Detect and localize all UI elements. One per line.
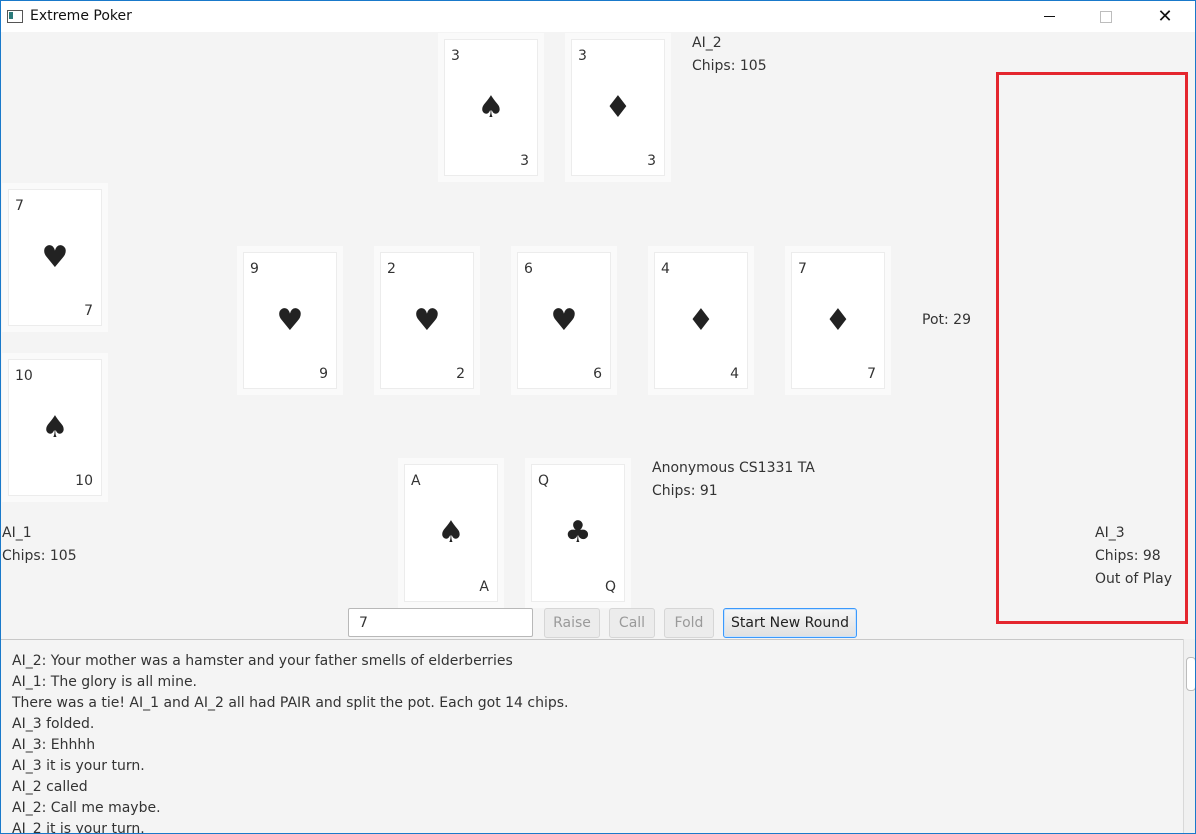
minimize-icon [1043,16,1055,17]
call-button[interactable]: Call [609,608,655,638]
raise-button[interactable]: Raise [544,608,600,638]
heart-icon: ♥ [413,302,441,338]
close-button[interactable]: ✕ [1142,1,1188,32]
diamond-icon: ♦ [604,89,632,125]
close-icon: ✕ [1157,6,1173,27]
log-scrollbar[interactable] [1183,639,1195,833]
log-lines: AI_2: Your mother was a hamster and your… [1,640,1183,834]
spade-icon: ♠ [437,515,465,550]
player-name: Anonymous CS1331 TA [652,460,815,476]
card-rank: 3 [451,48,460,64]
card-rank: A [411,473,421,489]
ai3-card-area [996,72,1188,624]
card-rank: Q [604,579,616,595]
log-line: AI_2: Your mother was a hamster and your… [12,653,513,669]
maximize-icon [1100,10,1112,23]
card-rank: 2 [456,366,465,382]
maximize-button[interactable] [1083,1,1129,32]
player-card-1: A ♠ A [398,458,504,608]
ai3-status: Out of Play [1095,571,1172,587]
log-line: AI_3 it is your turn. [12,758,145,774]
heart-icon: ♥ [550,302,578,338]
card-rank: 7 [798,261,807,277]
log-line: AI_1: The glory is all mine. [12,674,198,690]
club-icon: ♣ [564,515,592,550]
card-rank: Q [538,473,550,489]
community-card-1: 9 ♥ 9 [237,246,343,395]
card-rank: 6 [593,366,602,382]
diamond-icon: ♦ [824,302,852,338]
ai1-chips: Chips: 105 [2,548,77,564]
log-line: AI_2: Call me maybe. [12,800,161,816]
community-card-5: 7 ♦ 7 [785,246,891,395]
app-icon [7,10,23,23]
community-card-3: 6 ♥ 6 [511,246,617,395]
card-rank: 9 [250,261,259,277]
log-line: There was a tie! AI_1 and AI_2 all had P… [12,695,569,711]
bet-amount-input[interactable] [348,608,533,637]
card-rank: 10 [15,368,33,384]
card-rank: 10 [75,473,93,489]
card-rank: 9 [319,366,328,382]
game-log[interactable]: AI_2: Your mother was a hamster and your… [1,639,1183,834]
spade-icon: ♠ [477,89,505,125]
community-card-4: 4 ♦ 4 [648,246,754,395]
pot-label: Pot: 29 [922,312,971,328]
poker-window: Extreme Poker ✕ 3 ♠ 3 3 ♦ 3 AI_2 Chips: … [0,0,1196,834]
ai2-card-2: 3 ♦ 3 [565,33,671,182]
log-line: AI_2 it is your turn. [12,821,145,834]
scroll-thumb[interactable] [1186,657,1195,691]
card-rank: 4 [730,366,739,382]
card-rank: 7 [84,303,93,319]
ai1-card-1: 7 ♥ 7 [2,183,108,332]
ai2-card-1: 3 ♠ 3 [438,33,544,182]
ai1-card-2: 10 ♠ 10 [2,353,108,502]
log-line: AI_2 called [12,779,88,795]
ai2-chips: Chips: 105 [692,58,767,74]
player-card-2: Q ♣ Q [525,458,631,608]
card-rank: 7 [15,198,24,214]
card-rank: 3 [647,153,656,169]
ai2-name: AI_2 [692,35,722,51]
card-rank: 7 [867,366,876,382]
player-chips: Chips: 91 [652,483,718,499]
window-title: Extreme Poker [30,8,132,24]
heart-icon: ♥ [276,302,304,338]
diamond-icon: ♦ [687,302,715,338]
community-card-2: 2 ♥ 2 [374,246,480,395]
card-rank: 4 [661,261,670,277]
ai3-chips: Chips: 98 [1095,548,1161,564]
card-rank: 3 [520,153,529,169]
ai1-name: AI_1 [2,525,32,541]
minimize-button[interactable] [1026,1,1072,32]
spade-icon: ♠ [41,409,69,445]
start-new-round-button[interactable]: Start New Round [723,608,857,638]
log-line: AI_3: Ehhhh [12,737,96,753]
fold-button[interactable]: Fold [664,608,714,638]
log-line: AI_3 folded. [12,716,95,732]
card-rank: 3 [578,48,587,64]
title-bar[interactable]: Extreme Poker ✕ [1,1,1195,32]
card-rank: 2 [387,261,396,277]
card-rank: A [479,579,489,595]
card-rank: 6 [524,261,533,277]
heart-icon: ♥ [41,239,69,275]
ai3-name: AI_3 [1095,525,1125,541]
